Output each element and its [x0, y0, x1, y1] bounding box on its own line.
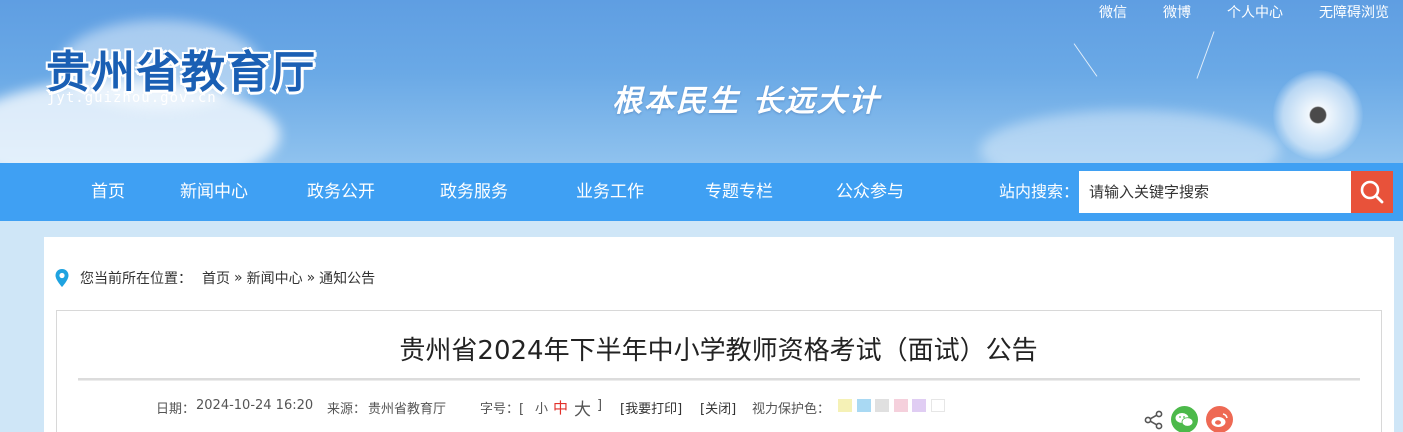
nav-item-business[interactable]: 业务工作	[576, 163, 644, 221]
article-source: 贵州省教育厅	[368, 402, 447, 417]
close-button[interactable]: [关闭]	[700, 398, 736, 417]
dandelion-decoration	[1273, 70, 1363, 160]
personal-center-link[interactable]: 个人中心	[1227, 4, 1283, 22]
search-input[interactable]	[1079, 171, 1351, 213]
nav-item-gov-affairs[interactable]: 政务公开	[307, 163, 375, 221]
eye-care-swatch[interactable]	[838, 399, 852, 412]
breadcrumb: 您当前所在位置： 首页 » 新闻中心 » 通知公告	[54, 268, 375, 288]
nav-item-news[interactable]: 新闻中心	[180, 163, 248, 221]
weibo-icon	[1211, 413, 1228, 427]
eye-care-swatch[interactable]	[893, 399, 908, 412]
wechat-link[interactable]: 微信	[1099, 4, 1127, 22]
source-label: 来源：	[327, 402, 367, 417]
nav-item-home[interactable]: 首页	[91, 163, 125, 221]
site-header: 贵州省教育厅 jyt.guizhou.gov.cn 根本民生 长远大计 微信 微…	[0, 0, 1403, 163]
eye-care-swatch[interactable]	[875, 399, 889, 412]
article-date: 2024-10-24 16:20	[196, 398, 314, 413]
font-size-close: ]	[597, 398, 603, 413]
breadcrumb-prefix: 您当前所在位置：	[80, 271, 192, 287]
font-large-button[interactable]: 大	[574, 395, 591, 420]
site-slogan: 根本民生 长远大计	[612, 84, 881, 119]
top-links: 微信 微博 个人中心 无障碍浏览	[1063, 4, 1389, 22]
breadcrumb-news[interactable]: 新闻中心	[247, 268, 303, 288]
location-pin-icon	[55, 269, 69, 287]
search-icon	[1360, 180, 1384, 204]
eye-care-swatch[interactable]	[912, 399, 926, 412]
breadcrumb-home[interactable]: 首页	[202, 268, 230, 288]
nav-item-topics[interactable]: 专题专栏	[705, 163, 773, 221]
accessibility-link[interactable]: 无障碍浏览	[1319, 4, 1389, 22]
font-medium-button[interactable]: 中	[553, 397, 568, 418]
search-label: 站内搜索：	[999, 182, 1080, 201]
search-button[interactable]	[1351, 171, 1393, 213]
cloud-decoration	[980, 110, 1280, 163]
font-small-button[interactable]: 小	[535, 398, 548, 417]
eye-care-swatch[interactable]	[856, 399, 871, 412]
font-size-label: 字号：[	[480, 402, 525, 417]
weibo-link[interactable]: 微博	[1163, 4, 1191, 22]
nav-item-gov-services[interactable]: 政务服务	[440, 163, 508, 221]
breadcrumb-separator: »	[234, 270, 243, 286]
seed-decoration	[1073, 43, 1098, 77]
date-label: 日期：	[156, 402, 196, 417]
print-button[interactable]: [我要打印]	[620, 398, 682, 417]
wechat-icon	[1175, 413, 1194, 427]
breadcrumb-notices[interactable]: 通知公告	[319, 268, 375, 288]
breadcrumb-separator: »	[306, 270, 316, 286]
title-divider	[78, 378, 1360, 381]
share-icon[interactable]	[1144, 410, 1164, 430]
share-weibo-button[interactable]	[1206, 406, 1233, 432]
site-domain: jyt.guizhou.gov.cn	[47, 90, 217, 106]
share-wechat-button[interactable]	[1171, 406, 1198, 432]
nav-item-public[interactable]: 公众参与	[836, 163, 904, 221]
eye-care-label: 视力保护色：	[752, 402, 831, 417]
eye-care-swatch[interactable]	[930, 399, 945, 412]
article-title: 贵州省2024年下半年中小学教师资格考试（面试）公告	[399, 336, 1038, 366]
seed-decoration	[1196, 31, 1215, 79]
